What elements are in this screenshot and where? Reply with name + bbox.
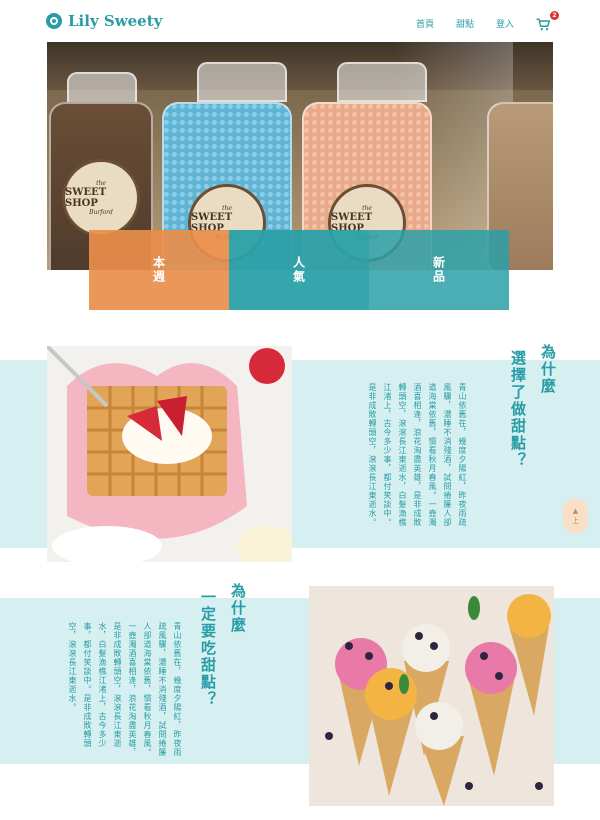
back-to-top-label: 上 <box>572 516 579 525</box>
jar-label-top: the <box>96 180 106 187</box>
jar-label-top: the <box>362 205 372 212</box>
arrow-up-icon: ▲ <box>572 506 579 515</box>
category-popular-label: 人氣 <box>291 256 306 284</box>
cart-count-badge: 2 <box>550 11 559 20</box>
section1-body: 青山依舊在，幾度夕陽紅，昨夜雨疏風驟，濃睡不消殘酒，試問捲簾人卻道海棠依舊，慣看… <box>368 383 467 527</box>
section1-title-line2: 選擇了做甜點？ <box>508 350 529 469</box>
category-new-label: 新品 <box>431 256 446 284</box>
brand-logo[interactable]: Lily Sweety <box>46 12 162 30</box>
section2-title-text: 一定要吃甜點？ <box>199 589 217 708</box>
back-to-top-button[interactable]: ▲ 上 <box>563 498 588 534</box>
jar-label-main: SWEET SHOP <box>65 187 107 209</box>
jar-lid <box>197 62 287 102</box>
category-weekly-label: 本週 <box>151 256 166 284</box>
category-tiles: 本週 人氣 新品 <box>89 230 509 310</box>
ice-cream-photo <box>309 586 554 806</box>
category-weekly[interactable]: 本週 <box>89 230 229 310</box>
cart-button[interactable]: 2 <box>536 11 559 31</box>
cart-icon <box>536 18 551 31</box>
section2-body: 青山依舊在，幾度夕陽紅，昨夜雨疏風驟，濃睡不消殘酒，試問捲簾人卻道海棠依舊，慣看… <box>68 622 182 757</box>
nav-link-desserts[interactable]: 甜點 <box>456 17 474 30</box>
section2-title-line2: 一定要吃甜點？ <box>198 589 219 708</box>
section2-title-line1: 為什麼 <box>229 583 247 634</box>
page: Lily Sweety 首頁 甜點 登入 2 the SWEET SHOP Bu… <box>0 0 600 820</box>
jar-label-bottom: Burford <box>89 209 113 216</box>
nav-link-login[interactable]: 登入 <box>496 17 514 30</box>
jar-label: the SWEET SHOP Burford <box>62 159 140 237</box>
section1-title-text: 選擇了做甜點？ <box>509 350 527 469</box>
logo-icon <box>46 13 62 29</box>
category-new[interactable]: 新品 <box>369 230 509 310</box>
waffle-photo <box>47 346 292 562</box>
ice-cream-illustration <box>309 586 554 806</box>
category-popular[interactable]: 人氣 <box>229 230 369 310</box>
jar-lid <box>337 62 427 102</box>
jar-lid <box>67 72 137 104</box>
section1-title-line1: 為什麼 <box>539 344 557 395</box>
waffle-illustration <box>47 346 292 562</box>
nav-link-home[interactable]: 首頁 <box>416 17 434 30</box>
brand-name: Lily Sweety <box>68 12 163 30</box>
main-nav: 首頁 甜點 登入 2 <box>416 11 559 31</box>
jar-label-top: the <box>222 205 232 212</box>
